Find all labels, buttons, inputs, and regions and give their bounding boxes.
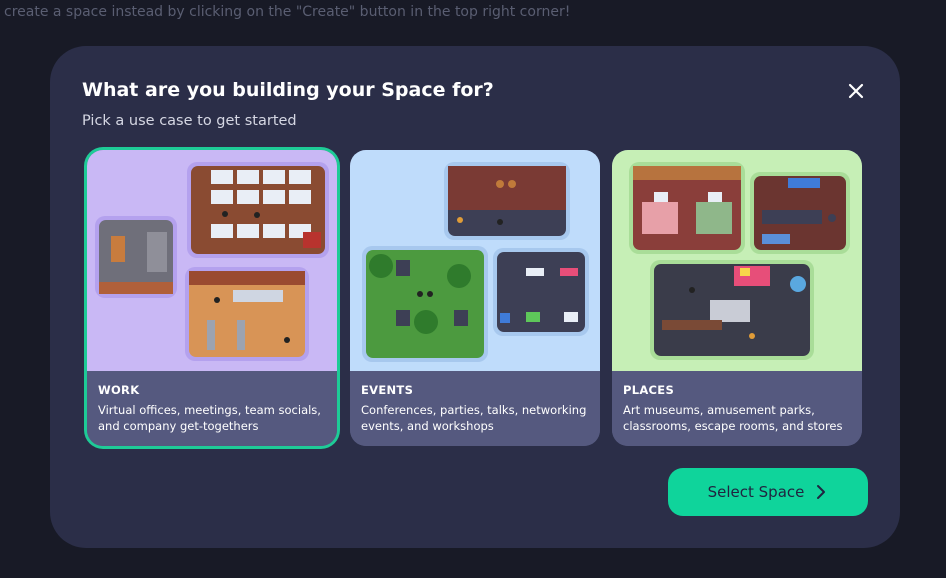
events-description-line-1: Conferences, parties, talks, networking: [361, 403, 587, 417]
modal-title: What are you building your Space for?: [82, 79, 494, 101]
places-illustration: [612, 150, 862, 371]
events-description-line-2: events, and workshops: [361, 419, 494, 433]
close-icon: [848, 83, 864, 99]
use-case-card-events[interactable]: EVENTS Conferences, parties, talks, netw…: [350, 150, 600, 446]
chevron-right-icon: [817, 485, 826, 499]
places-card-info: PLACES Art museums, amusement parks, cla…: [612, 371, 862, 446]
work-description-line-2: and company get-togethers: [98, 419, 259, 433]
events-illustration: [350, 150, 600, 371]
places-description-line-2: classrooms, escape rooms, and stores: [623, 419, 843, 433]
use-case-card-places[interactable]: PLACES Art museums, amusement parks, cla…: [612, 150, 862, 446]
background-hint-text: create a space instead by clicking on th…: [4, 4, 571, 20]
work-description-line-1: Virtual offices, meetings, team socials,: [98, 403, 321, 417]
modal-subtitle: Pick a use case to get started: [82, 113, 297, 129]
work-card-info: WORK Virtual offices, meetings, team soc…: [87, 371, 337, 446]
select-space-button[interactable]: Select Space: [668, 468, 868, 516]
work-illustration: [87, 150, 337, 371]
select-space-label: Select Space: [707, 483, 805, 501]
places-card-label: PLACES: [623, 383, 675, 397]
events-card-info: EVENTS Conferences, parties, talks, netw…: [350, 371, 600, 446]
places-card-description: Art museums, amusement parks, classrooms…: [623, 402, 851, 434]
use-case-card-work[interactable]: WORK Virtual offices, meetings, team soc…: [87, 150, 337, 446]
events-card-description: Conferences, parties, talks, networking …: [361, 402, 589, 434]
work-card-label: WORK: [98, 383, 140, 397]
work-card-description: Virtual offices, meetings, team socials,…: [98, 402, 326, 434]
places-description-line-1: Art museums, amusement parks,: [623, 403, 815, 417]
events-card-label: EVENTS: [361, 383, 414, 397]
close-button[interactable]: [845, 80, 867, 102]
use-case-modal: What are you building your Space for? Pi…: [50, 46, 900, 548]
